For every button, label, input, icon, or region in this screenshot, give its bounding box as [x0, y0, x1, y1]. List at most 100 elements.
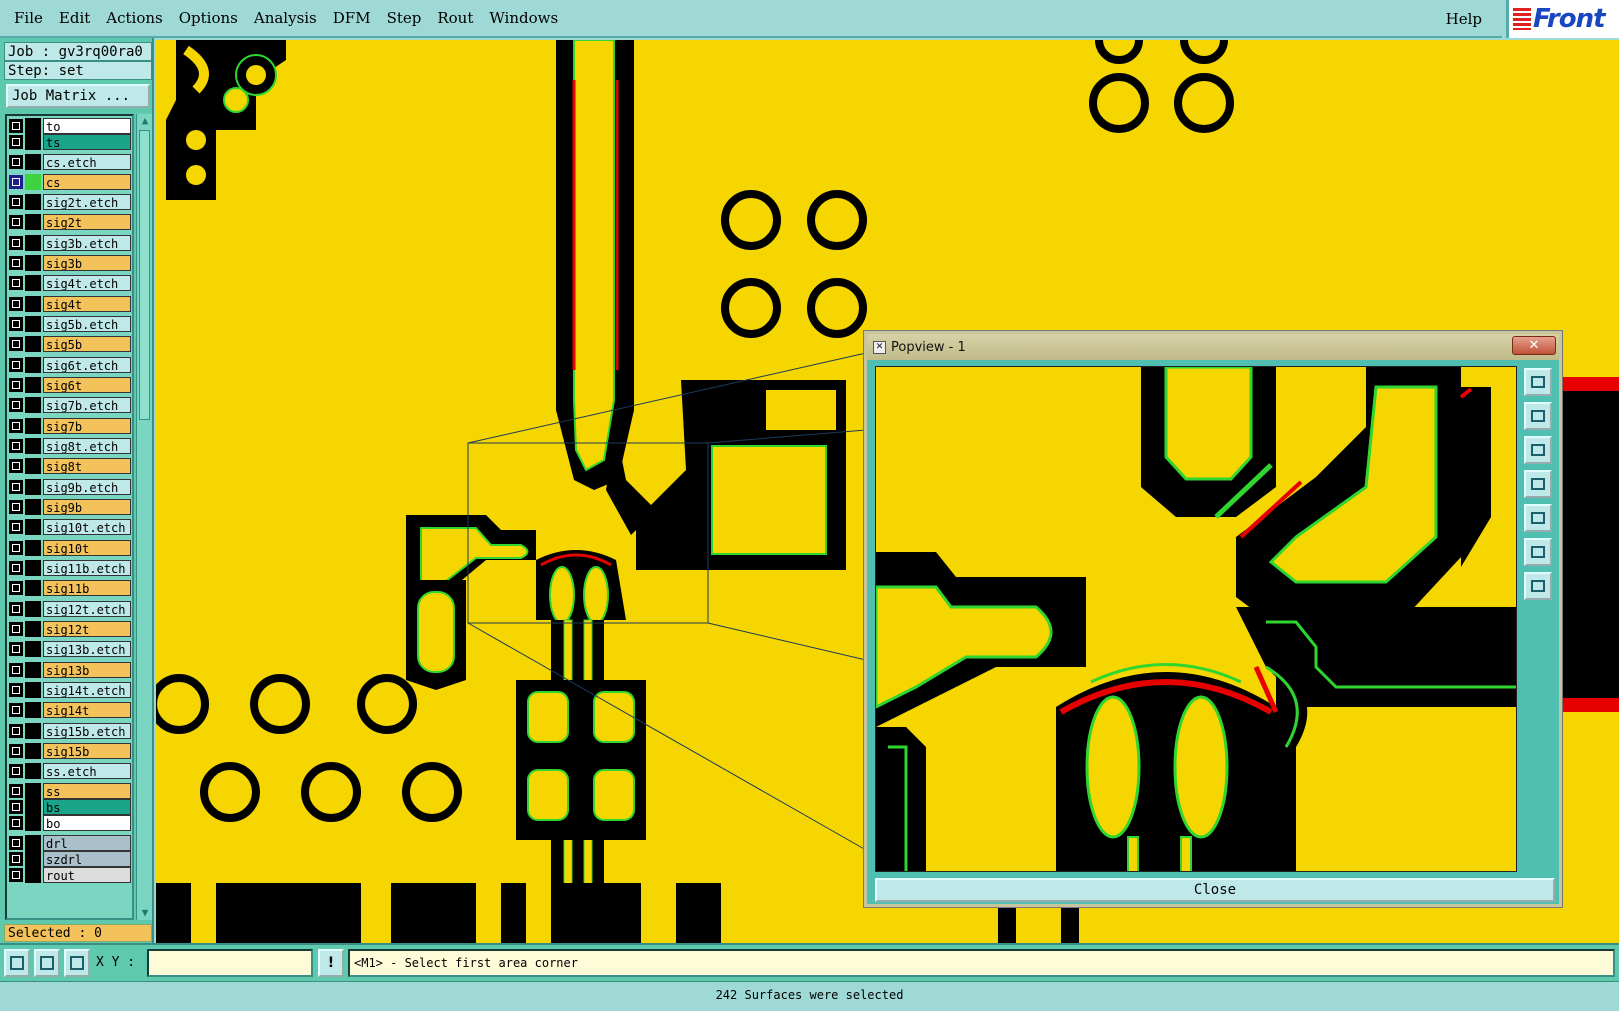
menu-rout[interactable]: Rout: [429, 0, 481, 37]
layer-color-swatch[interactable]: [25, 601, 41, 617]
layer-name[interactable]: sig11b: [43, 580, 131, 596]
layer-checkbox[interactable]: [9, 256, 23, 270]
layer-row[interactable]: cs: [9, 174, 131, 190]
layer-checkbox[interactable]: [9, 663, 23, 677]
layer-name[interactable]: sig6t.etch: [43, 357, 131, 373]
layer-name[interactable]: sig2t.etch: [43, 194, 131, 210]
layer-row[interactable]: sig3b: [9, 255, 131, 271]
layer-checkbox[interactable]: [9, 724, 23, 738]
menu-options[interactable]: Options: [171, 0, 246, 37]
layer-checkbox[interactable]: [9, 561, 23, 575]
layer-color-swatch[interactable]: [25, 296, 41, 312]
layer-color-swatch[interactable]: [25, 336, 41, 352]
layer-name[interactable]: sig13b.etch: [43, 641, 131, 657]
warning-button[interactable]: !: [318, 949, 344, 977]
layer-color-swatch[interactable]: [25, 815, 41, 831]
layer-row[interactable]: sig9b: [9, 499, 131, 515]
layer-row[interactable]: szdrl: [9, 851, 131, 867]
layer-checkbox[interactable]: [9, 541, 23, 555]
layer-name[interactable]: szdrl: [43, 851, 131, 867]
layer-checkbox[interactable]: [9, 459, 23, 473]
scroll-thumb[interactable]: [139, 130, 150, 420]
popview-zoom-view[interactable]: [875, 366, 1517, 872]
menu-help[interactable]: Help: [1438, 0, 1490, 38]
layer-row[interactable]: sig15b: [9, 743, 131, 759]
layer-checkbox[interactable]: [9, 119, 23, 133]
pv-pan-left-icon[interactable]: [1524, 470, 1552, 498]
layer-checkbox[interactable]: [9, 703, 23, 717]
layer-row[interactable]: sig11b.etch: [9, 560, 131, 576]
layer-color-swatch[interactable]: [25, 316, 41, 332]
layer-list-scrollbar[interactable]: ▲ ▼: [136, 114, 152, 920]
layer-name[interactable]: ss: [43, 783, 131, 799]
pv-zoom-in-icon[interactable]: [1524, 538, 1552, 566]
menu-step[interactable]: Step: [379, 0, 430, 37]
layer-color-swatch[interactable]: [25, 540, 41, 556]
pv-pan-right-icon[interactable]: [1524, 504, 1552, 532]
layer-color-swatch[interactable]: [25, 580, 41, 596]
menu-file[interactable]: File: [6, 0, 51, 37]
layer-name[interactable]: bs: [43, 799, 131, 815]
layer-row[interactable]: sig12t: [9, 621, 131, 637]
layer-name[interactable]: sig6t: [43, 377, 131, 393]
layer-name[interactable]: sig8t.etch: [43, 438, 131, 454]
layer-name[interactable]: ts: [43, 134, 131, 150]
layer-row[interactable]: ss.etch: [9, 763, 131, 779]
layer-name[interactable]: to: [43, 118, 131, 134]
scroll-down-icon[interactable]: ▼: [138, 906, 152, 920]
layer-checkbox[interactable]: [9, 744, 23, 758]
layer-checkbox[interactable]: [9, 358, 23, 372]
layer-color-swatch[interactable]: [25, 357, 41, 373]
layer-checkbox[interactable]: [9, 852, 23, 866]
layer-row[interactable]: sig9b.etch: [9, 479, 131, 495]
layer-color-swatch[interactable]: [25, 763, 41, 779]
layer-color-swatch[interactable]: [25, 662, 41, 678]
layer-checkbox[interactable]: [9, 622, 23, 636]
layer-row[interactable]: sig10t: [9, 540, 131, 556]
layer-row[interactable]: sig8t.etch: [9, 438, 131, 454]
layer-name[interactable]: sig12t: [43, 621, 131, 637]
layer-name[interactable]: bo: [43, 815, 131, 831]
layer-row[interactable]: sig10t.etch: [9, 519, 131, 535]
layer-name[interactable]: sig8t: [43, 458, 131, 474]
layer-color-swatch[interactable]: [25, 397, 41, 413]
layer-color-swatch[interactable]: [25, 799, 41, 815]
layer-row[interactable]: drl: [9, 835, 131, 851]
layer-checkbox[interactable]: [9, 297, 23, 311]
layer-color-swatch[interactable]: [25, 835, 41, 851]
layer-row[interactable]: to: [9, 118, 131, 134]
layer-checkbox[interactable]: [9, 276, 23, 290]
layer-row[interactable]: sig15b.etch: [9, 723, 131, 739]
layer-row[interactable]: sig7b: [9, 418, 131, 434]
popview-titlebar[interactable]: ✕ Popview - 1 ✕: [867, 334, 1559, 360]
layer-checkbox[interactable]: [9, 602, 23, 616]
layer-row[interactable]: sig14t.etch: [9, 682, 131, 698]
layer-checkbox[interactable]: [9, 581, 23, 595]
layer-row[interactable]: cs.etch: [9, 154, 131, 170]
layer-color-swatch[interactable]: [25, 867, 41, 883]
job-matrix-button[interactable]: Job Matrix ...: [6, 84, 150, 108]
layer-name[interactable]: cs.etch: [43, 154, 131, 170]
layer-checkbox[interactable]: [9, 500, 23, 514]
layer-row[interactable]: sig2t: [9, 214, 131, 230]
menu-dfm[interactable]: DFM: [325, 0, 379, 37]
layer-checkbox[interactable]: [9, 236, 23, 250]
pv-pan-down-icon[interactable]: [1524, 436, 1552, 464]
layer-color-swatch[interactable]: [25, 641, 41, 657]
layer-row[interactable]: sig12t.etch: [9, 601, 131, 617]
layer-color-swatch[interactable]: [25, 134, 41, 150]
layer-name[interactable]: sig4t.etch: [43, 275, 131, 291]
layer-name[interactable]: sig9b: [43, 499, 131, 515]
layer-name[interactable]: sig12t.etch: [43, 601, 131, 617]
layer-row[interactable]: sig5b: [9, 336, 131, 352]
layer-name[interactable]: sig5b: [43, 336, 131, 352]
layer-row[interactable]: sig2t.etch: [9, 194, 131, 210]
layer-name[interactable]: drl: [43, 835, 131, 851]
pv-zoom-out-icon[interactable]: [1524, 572, 1552, 600]
layer-row[interactable]: ts: [9, 134, 131, 150]
layer-checkbox[interactable]: [9, 520, 23, 534]
layer-color-swatch[interactable]: [25, 479, 41, 495]
pv-fit-icon[interactable]: [1524, 368, 1552, 396]
xy-coordinate-input[interactable]: [147, 949, 313, 977]
layer-row[interactable]: sig4t.etch: [9, 275, 131, 291]
